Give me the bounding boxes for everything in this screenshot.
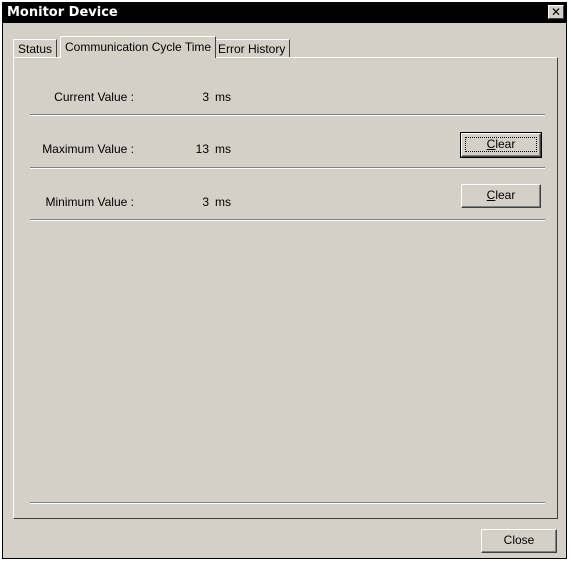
maximum-value: 13 xyxy=(195,142,209,156)
tab-communication-cycle-time-label: Communication Cycle Time xyxy=(65,40,212,54)
title-bar[interactable]: Monitor Device ✕ xyxy=(3,3,566,23)
separator xyxy=(30,114,545,116)
minimum-value: 3 xyxy=(202,195,209,209)
current-value: 3 xyxy=(202,90,209,104)
current-value-label: Current Value : xyxy=(54,90,134,104)
monitor-device-dialog: Monitor Device ✕ Status Communication Cy… xyxy=(2,2,567,559)
window-title: Monitor Device xyxy=(7,5,118,20)
minimum-value-label: Minimum Value : xyxy=(45,195,134,209)
separator xyxy=(30,167,545,169)
clear-maximum-label: lear xyxy=(495,137,516,151)
clear-minimum-button[interactable]: Clear xyxy=(461,184,541,208)
focus-rect: Clear xyxy=(465,137,537,152)
current-value-unit: ms xyxy=(215,90,231,104)
clear-maximum-button[interactable]: Clear xyxy=(460,132,542,158)
tab-status[interactable]: Status xyxy=(13,39,58,58)
maximum-value-label: Maximum Value : xyxy=(42,142,134,156)
separator xyxy=(30,502,545,504)
minimum-value-unit: ms xyxy=(215,195,231,209)
tab-error-history-label: Error History xyxy=(218,42,286,56)
tab-communication-cycle-time[interactable]: Communication Cycle Time xyxy=(60,36,217,58)
close-button[interactable]: Close xyxy=(481,529,557,553)
maximum-value-unit: ms xyxy=(215,142,231,156)
tab-status-label: Status xyxy=(18,42,53,56)
separator xyxy=(30,219,545,221)
close-icon[interactable]: ✕ xyxy=(548,5,564,19)
clear-minimum-label: lear xyxy=(495,188,516,202)
tab-error-history[interactable]: Error History xyxy=(213,39,291,58)
tab-panel: Current Value : 3 ms Maximum Value : 13 … xyxy=(13,57,558,519)
